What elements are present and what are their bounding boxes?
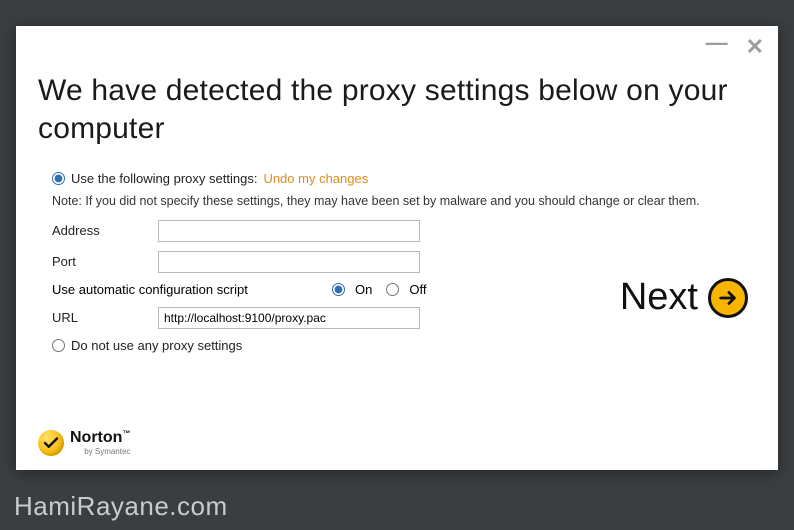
watermark-text: HamiRayane.com xyxy=(14,491,228,522)
close-button[interactable]: ✕ xyxy=(746,36,764,58)
brand-byline: by Symantec xyxy=(70,448,130,456)
address-field: Address xyxy=(52,220,756,242)
radio-use-proxy[interactable]: Use the following proxy settings: Undo m… xyxy=(52,171,756,186)
undo-changes-link[interactable]: Undo my changes xyxy=(263,171,368,186)
port-field: Port xyxy=(52,251,756,273)
port-label: Port xyxy=(52,254,158,269)
autoscript-on[interactable]: On xyxy=(332,282,372,297)
autoscript-off[interactable]: Off xyxy=(386,282,426,297)
trademark-symbol: ™ xyxy=(122,429,130,438)
brand-name: Norton xyxy=(70,429,122,446)
autoscript-on-label: On xyxy=(355,282,372,297)
radio-use-proxy-label: Use the following proxy settings: xyxy=(71,171,257,186)
minimize-button[interactable]: — xyxy=(706,32,728,54)
autoscript-off-label: Off xyxy=(409,282,426,297)
url-label: URL xyxy=(52,310,158,325)
autoscript-off-input[interactable] xyxy=(386,283,399,296)
url-input[interactable] xyxy=(158,307,420,329)
autoscript-on-input[interactable] xyxy=(332,283,345,296)
proxy-form: Address Port xyxy=(52,220,756,273)
next-button-label: Next xyxy=(620,276,698,319)
radio-no-proxy-label: Do not use any proxy settings xyxy=(71,338,242,353)
dialog-heading: We have detected the proxy settings belo… xyxy=(38,72,756,149)
address-input[interactable] xyxy=(158,220,420,242)
malware-note: Note: If you did not specify these setti… xyxy=(52,194,756,208)
radio-no-proxy[interactable]: Do not use any proxy settings xyxy=(52,338,756,353)
port-input[interactable] xyxy=(158,251,420,273)
radio-no-proxy-input[interactable] xyxy=(52,339,65,352)
checkmark-icon xyxy=(38,430,64,456)
radio-use-proxy-input[interactable] xyxy=(52,172,65,185)
brand-logo: Norton™ by Symantec xyxy=(38,430,130,456)
next-button[interactable]: Next xyxy=(620,276,748,319)
dialog-window: — ✕ We have detected the proxy settings … xyxy=(16,26,778,470)
window-controls: — ✕ xyxy=(706,36,764,58)
brand-text: Norton™ by Symantec xyxy=(70,430,130,456)
autoscript-label: Use automatic configuration script xyxy=(52,282,332,297)
arrow-right-icon xyxy=(708,278,748,318)
address-label: Address xyxy=(52,223,158,238)
